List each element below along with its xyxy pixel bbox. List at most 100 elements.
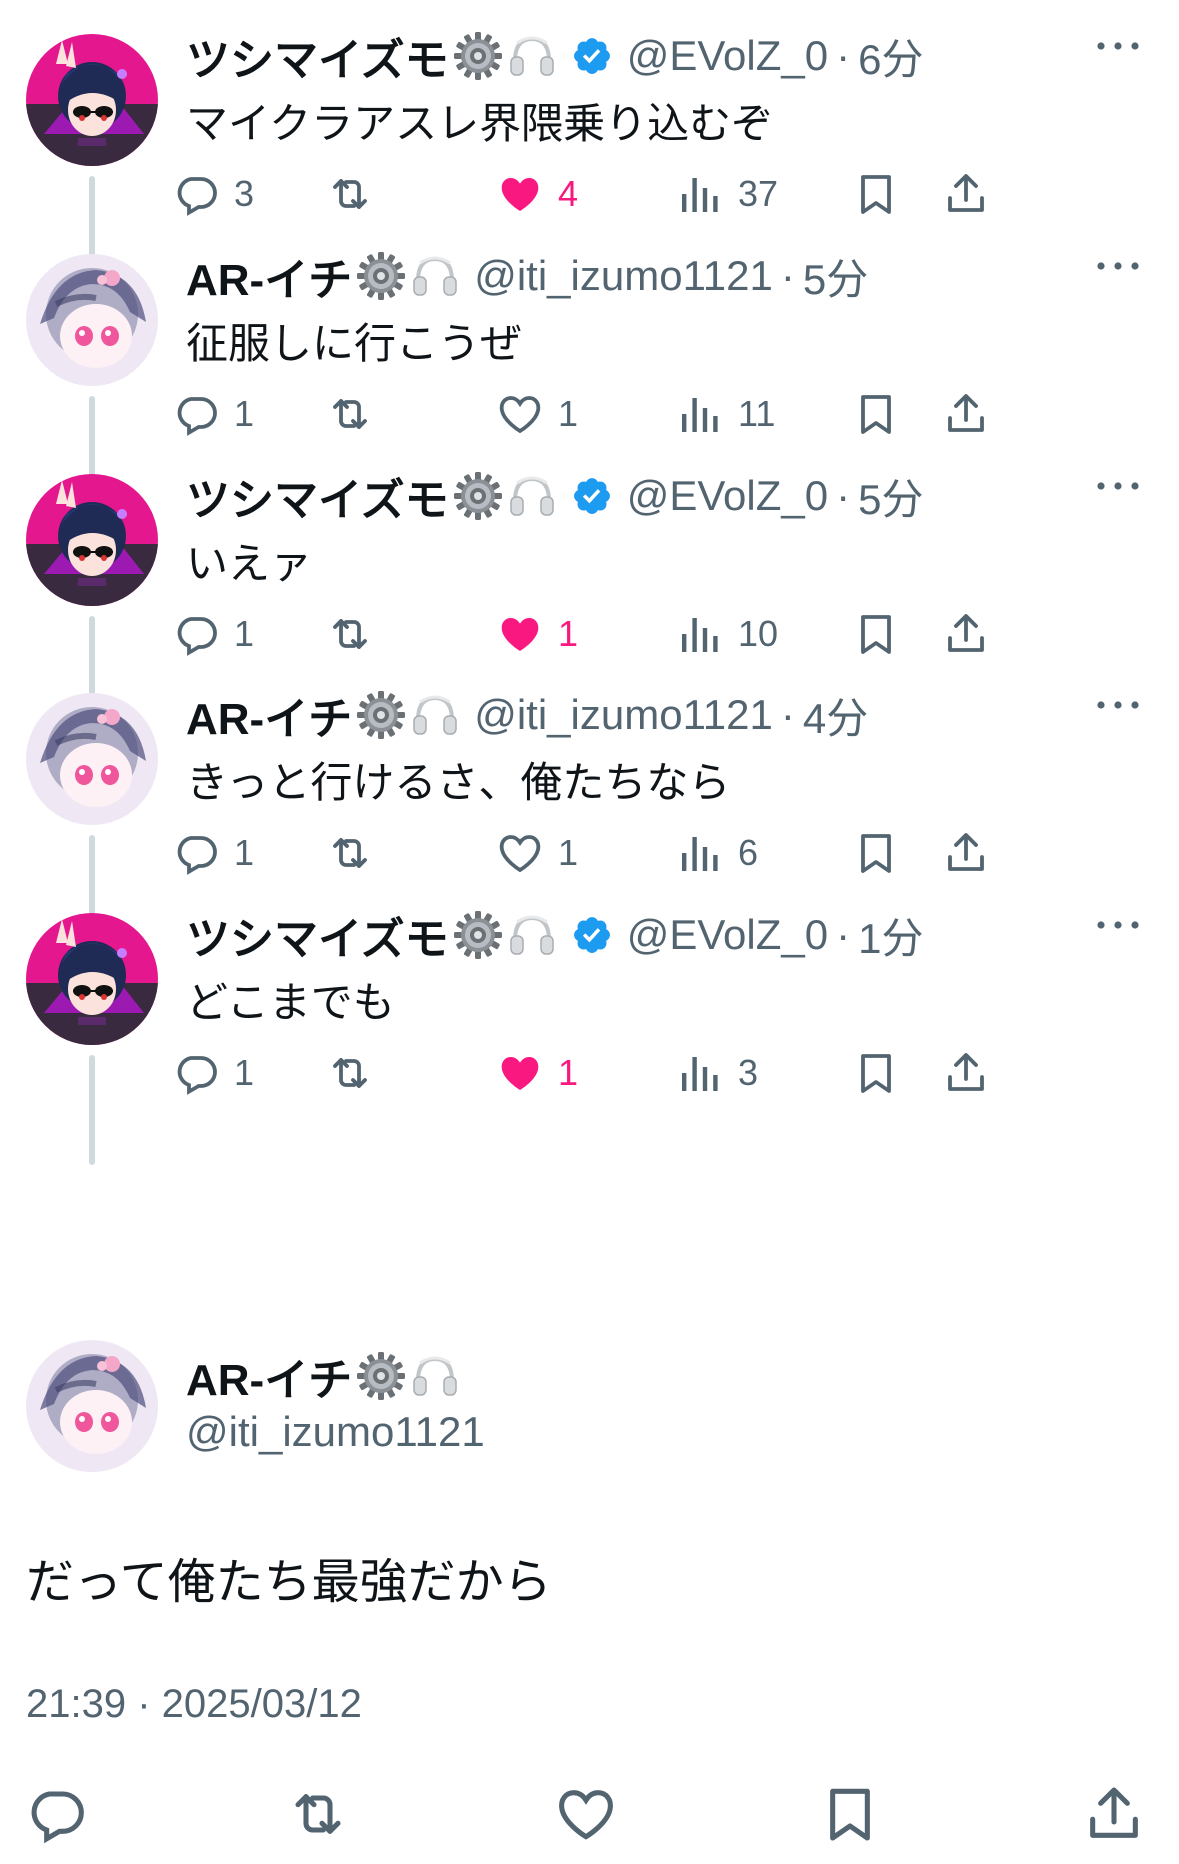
action-bar: 1 1 11	[177, 386, 1146, 442]
display-name[interactable]: ツシマイズモ	[186, 903, 449, 967]
user-handle[interactable]: @EVolZ_0	[627, 32, 828, 80]
like-button[interactable]: 1	[496, 606, 578, 662]
share-icon	[942, 390, 990, 438]
reply-icon	[24, 1782, 88, 1846]
bookmark-icon	[852, 610, 900, 658]
share-button[interactable]	[1082, 1782, 1146, 1846]
more-options-icon[interactable]	[1095, 915, 1141, 935]
timestamp[interactable]: 5分	[803, 246, 868, 307]
share-button[interactable]	[942, 825, 990, 881]
avatar[interactable]	[26, 474, 158, 606]
views-icon	[676, 829, 724, 877]
display-name[interactable]: ツシマイズモ	[186, 464, 449, 528]
bookmark-button[interactable]	[852, 825, 900, 881]
display-name[interactable]: AR-イチ	[186, 683, 352, 747]
separator-dot: ·	[780, 252, 795, 299]
view-count: 11	[738, 393, 776, 434]
reply-count: 1	[234, 613, 255, 654]
separator-dot: ·	[836, 472, 851, 519]
avatar[interactable]	[26, 913, 158, 1045]
reply-button[interactable]: 1	[172, 386, 254, 442]
user-handle[interactable]: @iti_izumo1121	[474, 691, 773, 739]
bookmark-button[interactable]	[852, 166, 900, 222]
verified-badge-icon[interactable]	[571, 475, 613, 517]
reply-button[interactable]: 1	[172, 606, 254, 662]
avatar[interactable]	[26, 1340, 158, 1472]
more-options-icon[interactable]	[1095, 256, 1141, 276]
user-handle[interactable]: @EVolZ_0	[627, 911, 828, 959]
gear-icon	[453, 471, 503, 521]
gear-icon	[356, 1351, 406, 1401]
views-button[interactable]: 3	[676, 1045, 758, 1101]
reply-icon	[172, 1049, 220, 1097]
more-options-icon[interactable]	[1095, 36, 1141, 56]
retweet-button[interactable]	[326, 606, 374, 662]
user-handle[interactable]: @EVolZ_0	[627, 472, 828, 520]
avatar[interactable]	[26, 254, 158, 386]
timestamp[interactable]: 5分	[858, 466, 923, 527]
bookmark-button[interactable]	[818, 1782, 882, 1846]
user-handle[interactable]: @iti_izumo1121	[474, 252, 773, 300]
separator-dot: ·	[780, 691, 795, 738]
tweet-text: いえァ	[186, 540, 313, 587]
tweet-header: ツシマイズモ @EVolZ_0 · 1分	[186, 905, 923, 966]
retweet-button[interactable]	[326, 1045, 374, 1101]
like-button[interactable]	[554, 1782, 618, 1846]
bookmark-button[interactable]	[852, 386, 900, 442]
like-button[interactable]: 1	[496, 825, 578, 881]
retweet-button[interactable]	[326, 166, 374, 222]
share-button[interactable]	[942, 606, 990, 662]
reply-tweet[interactable]: ツシマイズモ @EVolZ_0 · 1分 どこまでも 1 1 3	[0, 879, 1179, 1165]
display-name[interactable]: AR-イチ	[186, 244, 352, 308]
timestamp[interactable]: 1分	[858, 905, 923, 966]
views-button[interactable]: 37	[676, 166, 778, 222]
headphones-icon	[507, 910, 557, 960]
more-options-icon[interactable]	[1095, 476, 1141, 496]
timestamp[interactable]: 4分	[803, 685, 868, 746]
verified-badge-icon[interactable]	[571, 914, 613, 956]
retweet-icon	[286, 1782, 350, 1846]
bookmark-icon	[852, 829, 900, 877]
bookmark-button[interactable]	[852, 1045, 900, 1101]
retweet-button[interactable]	[326, 386, 374, 442]
more-options-icon[interactable]	[1095, 695, 1141, 715]
reply-count: 3	[234, 173, 255, 214]
share-icon	[1082, 1782, 1146, 1846]
main-action-bar	[0, 1782, 1179, 1852]
retweet-button[interactable]	[286, 1782, 350, 1846]
avatar[interactable]	[26, 34, 158, 166]
like-count: 1	[558, 613, 579, 654]
user-handle[interactable]: @iti_izumo1121	[186, 1408, 485, 1456]
headphones-icon	[410, 251, 460, 301]
reply-icon	[172, 170, 220, 218]
display-name[interactable]: ツシマイズモ	[186, 24, 449, 88]
reply-button[interactable]	[24, 1782, 88, 1846]
like-button[interactable]: 1	[496, 386, 578, 442]
share-button[interactable]	[942, 1045, 990, 1101]
tweet-header: ツシマイズモ @EVolZ_0 · 6分	[186, 26, 923, 87]
like-button[interactable]: 1	[496, 1045, 578, 1101]
reply-button[interactable]: 3	[172, 166, 254, 222]
tweet-text: きっと行けるさ、俺たちなら	[186, 759, 731, 806]
retweet-button[interactable]	[326, 825, 374, 881]
views-button[interactable]: 10	[676, 606, 778, 662]
views-button[interactable]: 11	[676, 386, 775, 442]
retweet-icon	[326, 1049, 374, 1097]
like-button[interactable]: 4	[496, 166, 578, 222]
main-post: AR-イチ @iti_izumo1121 だって俺たち最強だから 21:39 ·…	[0, 1320, 1179, 1864]
views-button[interactable]: 6	[676, 825, 758, 881]
avatar[interactable]	[26, 693, 158, 825]
timestamp[interactable]: 6分	[858, 26, 923, 87]
post-timestamp[interactable]: 21:39 · 2025/03/12	[26, 1682, 362, 1727]
share-button[interactable]	[942, 166, 990, 222]
display-name[interactable]: AR-イチ	[186, 1344, 352, 1408]
bookmark-button[interactable]	[852, 606, 900, 662]
reply-button[interactable]: 1	[172, 825, 254, 881]
reply-button[interactable]: 1	[172, 1045, 254, 1101]
verified-badge-icon[interactable]	[571, 35, 613, 77]
reply-icon	[172, 610, 220, 658]
share-button[interactable]	[942, 386, 990, 442]
action-bar: 1 1 3	[177, 1045, 1146, 1101]
reply-count: 1	[234, 393, 255, 434]
gear-icon	[453, 31, 503, 81]
